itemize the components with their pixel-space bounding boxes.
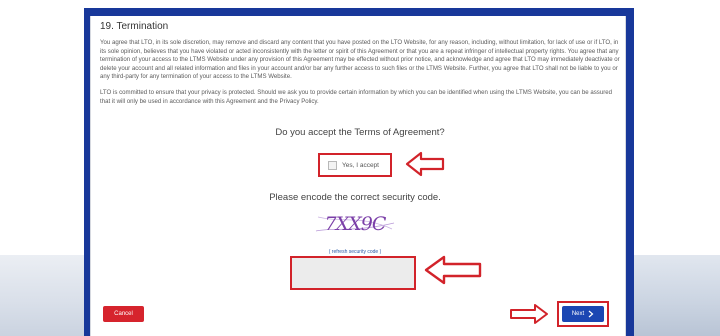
accept-checkbox-group[interactable]: Yes, I accept: [318, 153, 392, 177]
accept-label: Yes, I accept: [342, 161, 379, 169]
background-right: [634, 0, 720, 336]
terms-paragraph-privacy: LTO is committed to ensure that your pri…: [100, 89, 613, 105]
accept-question: Do you accept the Terms of Agreement?: [275, 127, 445, 138]
section-title: 19. Termination: [100, 21, 169, 32]
terms-paragraph-termination: You agree that LTO, in its sole discreti…: [100, 39, 620, 81]
cancel-button[interactable]: Cancel: [103, 306, 144, 322]
background-left: [0, 0, 84, 336]
security-code-input[interactable]: [290, 256, 416, 290]
annotation-arrow-left-icon: [405, 151, 445, 177]
captcha-text: 7XX9C: [325, 213, 387, 235]
next-button[interactable]: Next: [562, 306, 604, 322]
annotation-arrow-left-icon: [424, 255, 482, 285]
refresh-security-code-link[interactable]: ( refresh security code ): [0, 249, 710, 255]
chevron-right-icon: [588, 310, 594, 318]
annotation-arrow-right-icon: [510, 304, 548, 324]
accept-checkbox[interactable]: [328, 160, 337, 170]
next-button-label: Next: [571, 311, 585, 317]
security-code-label: Please encode the correct security code.: [269, 192, 441, 203]
captcha-image: 7XX9C: [315, 213, 395, 235]
